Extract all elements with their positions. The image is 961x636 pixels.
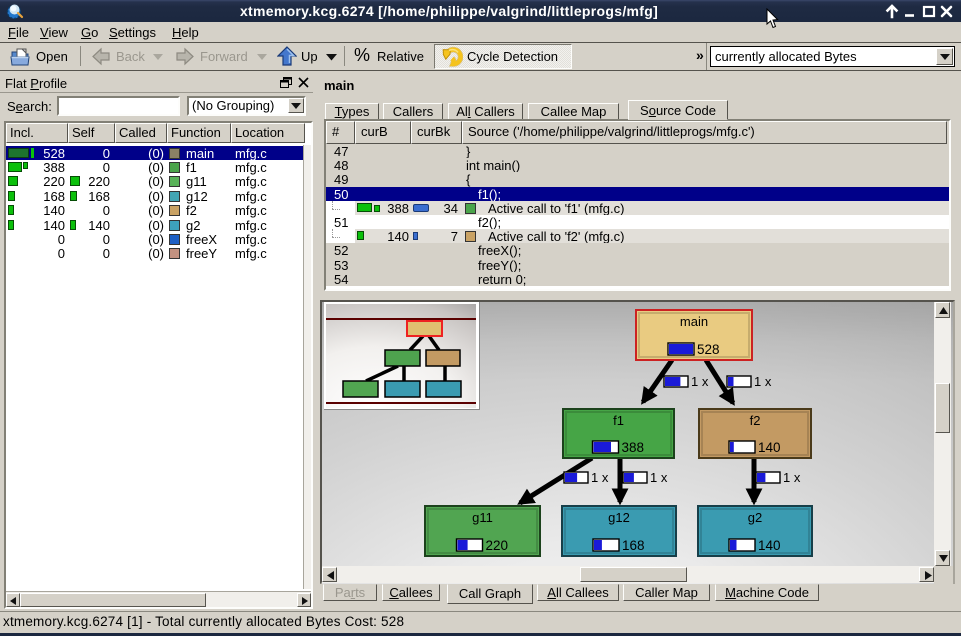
svg-text:1 x: 1 x: [754, 374, 772, 389]
svg-text:1 x: 1 x: [591, 470, 609, 485]
svg-text:1 x: 1 x: [650, 470, 668, 485]
svg-text:f1: f1: [613, 413, 624, 428]
svg-text:g11: g11: [472, 510, 493, 525]
svg-text:388: 388: [622, 440, 645, 455]
svg-text:528: 528: [697, 342, 720, 357]
svg-text:220: 220: [486, 538, 509, 553]
svg-text:main: main: [680, 314, 708, 329]
svg-text:168: 168: [622, 538, 645, 553]
svg-text:1 x: 1 x: [691, 374, 709, 389]
svg-text:140: 140: [758, 440, 781, 455]
svg-text:f2: f2: [750, 413, 761, 428]
svg-text:g2: g2: [748, 510, 762, 525]
svg-text:g12: g12: [608, 510, 630, 525]
svg-text:1 x: 1 x: [783, 470, 801, 485]
svg-text:140: 140: [758, 538, 781, 553]
